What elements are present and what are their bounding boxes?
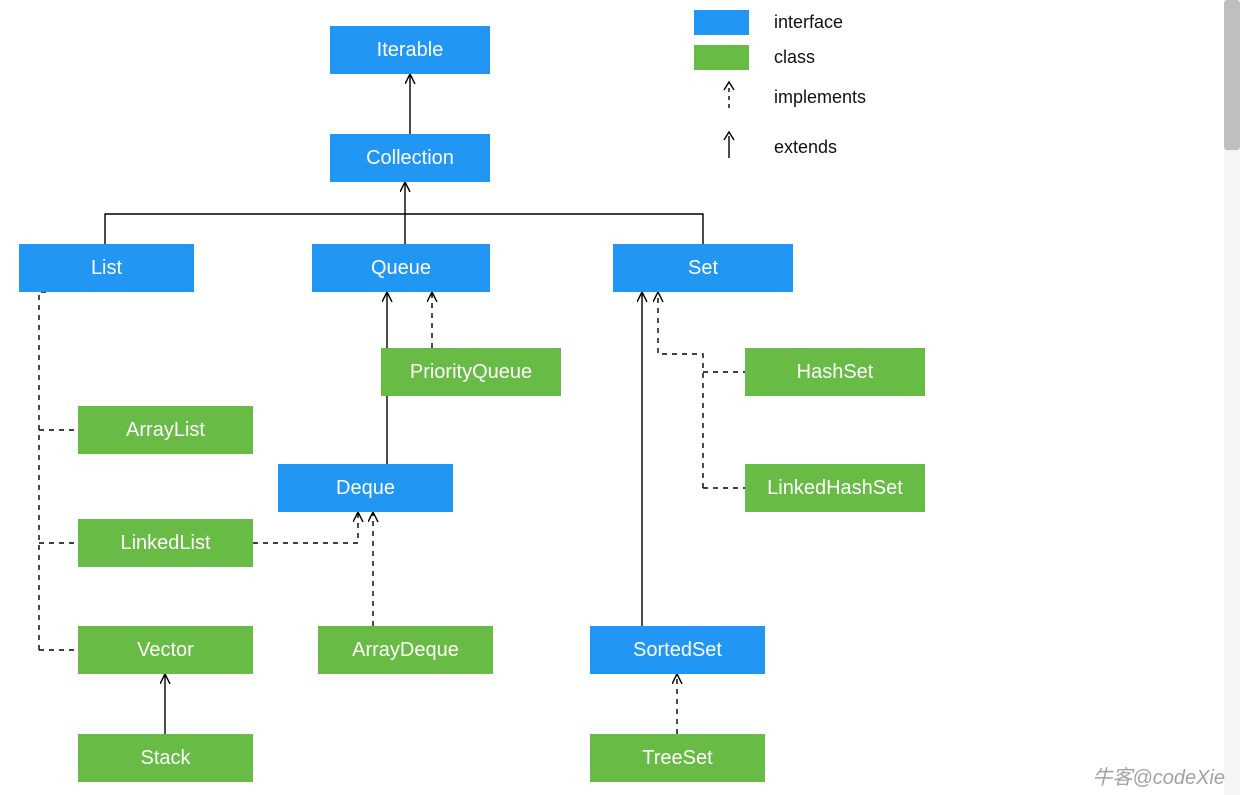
node-stack: Stack [78, 734, 253, 782]
legend: interface class implements extends [694, 10, 1044, 180]
node-queue: Queue [312, 244, 490, 292]
watermark: 牛客@codeXie [1092, 761, 1225, 790]
node-list: List [19, 244, 194, 292]
node-set: Set [613, 244, 793, 292]
node-hashset: HashSet [745, 348, 925, 396]
legend-label-extends: extends [774, 137, 837, 158]
diagram-canvas: Iterable Collection List Queue Set PriorityQu… [0, 0, 1240, 795]
node-vector: Vector [78, 626, 253, 674]
legend-swatch-class [694, 45, 749, 70]
edge-9 [253, 512, 358, 543]
node-collection: Collection [330, 134, 490, 182]
scrollbar-thumb[interactable] [1224, 0, 1240, 150]
node-treeset: TreeSet [590, 734, 765, 782]
node-priorityqueue: PriorityQueue [381, 348, 561, 396]
legend-label-interface: interface [774, 12, 843, 33]
legend-arrow-extends [714, 130, 744, 160]
legend-arrow-implements [714, 80, 744, 110]
node-iterable: Iterable [330, 26, 490, 74]
edge-4 [39, 292, 50, 650]
legend-swatch-interface [694, 10, 749, 35]
edge-1 [105, 214, 703, 244]
edges-layer [0, 0, 1240, 795]
edge-11 [658, 292, 703, 488]
node-lhashset: LinkedHashSet [745, 464, 925, 512]
node-sortedset: SortedSet [590, 626, 765, 674]
legend-label-class: class [774, 47, 815, 68]
node-arraydeque: ArrayDeque [318, 626, 493, 674]
node-deque: Deque [278, 464, 453, 512]
legend-label-implements: implements [774, 87, 866, 108]
node-arraylist: ArrayList [78, 406, 253, 454]
node-linkedlist: LinkedList [78, 519, 253, 567]
